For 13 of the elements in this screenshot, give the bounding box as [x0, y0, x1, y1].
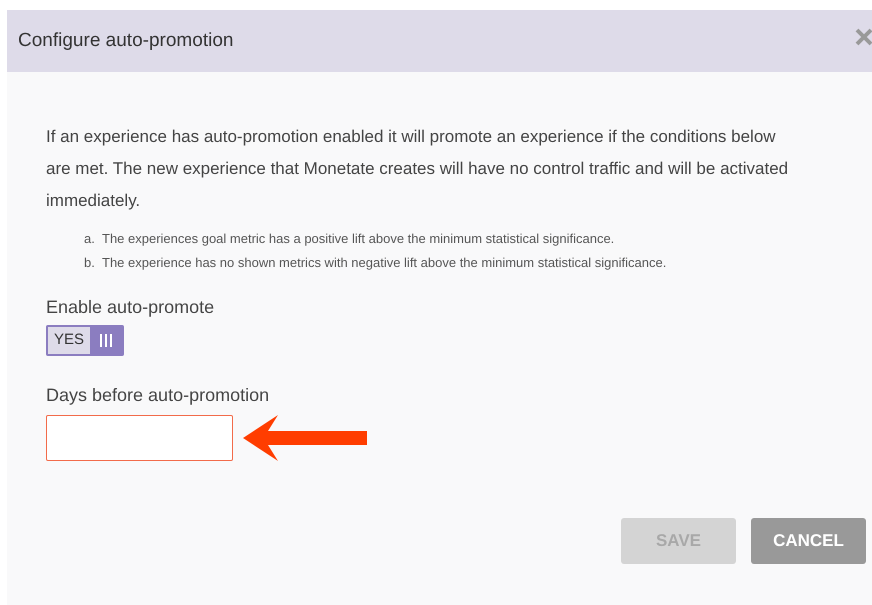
dialog-title: Configure auto-promotion [18, 28, 234, 53]
condition-text: The experiences goal metric has a positive lift above the minimum statistical significance. [102, 230, 614, 248]
list-marker: a. [84, 230, 96, 248]
cancel-button[interactable]: CANCEL [751, 518, 866, 564]
intro-paragraph: If an experience has auto-promotion enabled it will promote an experience if the conditions below are met. The new experience that Monetate creates will have no control traffic and will be activated immediately. [46, 126, 790, 212]
field-label: Days before auto-promotion [46, 384, 270, 407]
arrow-icon [243, 415, 367, 461]
list-marker: b. [84, 254, 96, 272]
condition-text: The experience has no shown metrics with negative lift above the minimum statistical significance. [102, 254, 666, 272]
close-icon[interactable] [855, 28, 872, 46]
toggle-label: Enable auto-promote [46, 296, 216, 319]
enable-toggle[interactable]: YES [46, 325, 124, 356]
days-input-field[interactable] [46, 415, 233, 461]
